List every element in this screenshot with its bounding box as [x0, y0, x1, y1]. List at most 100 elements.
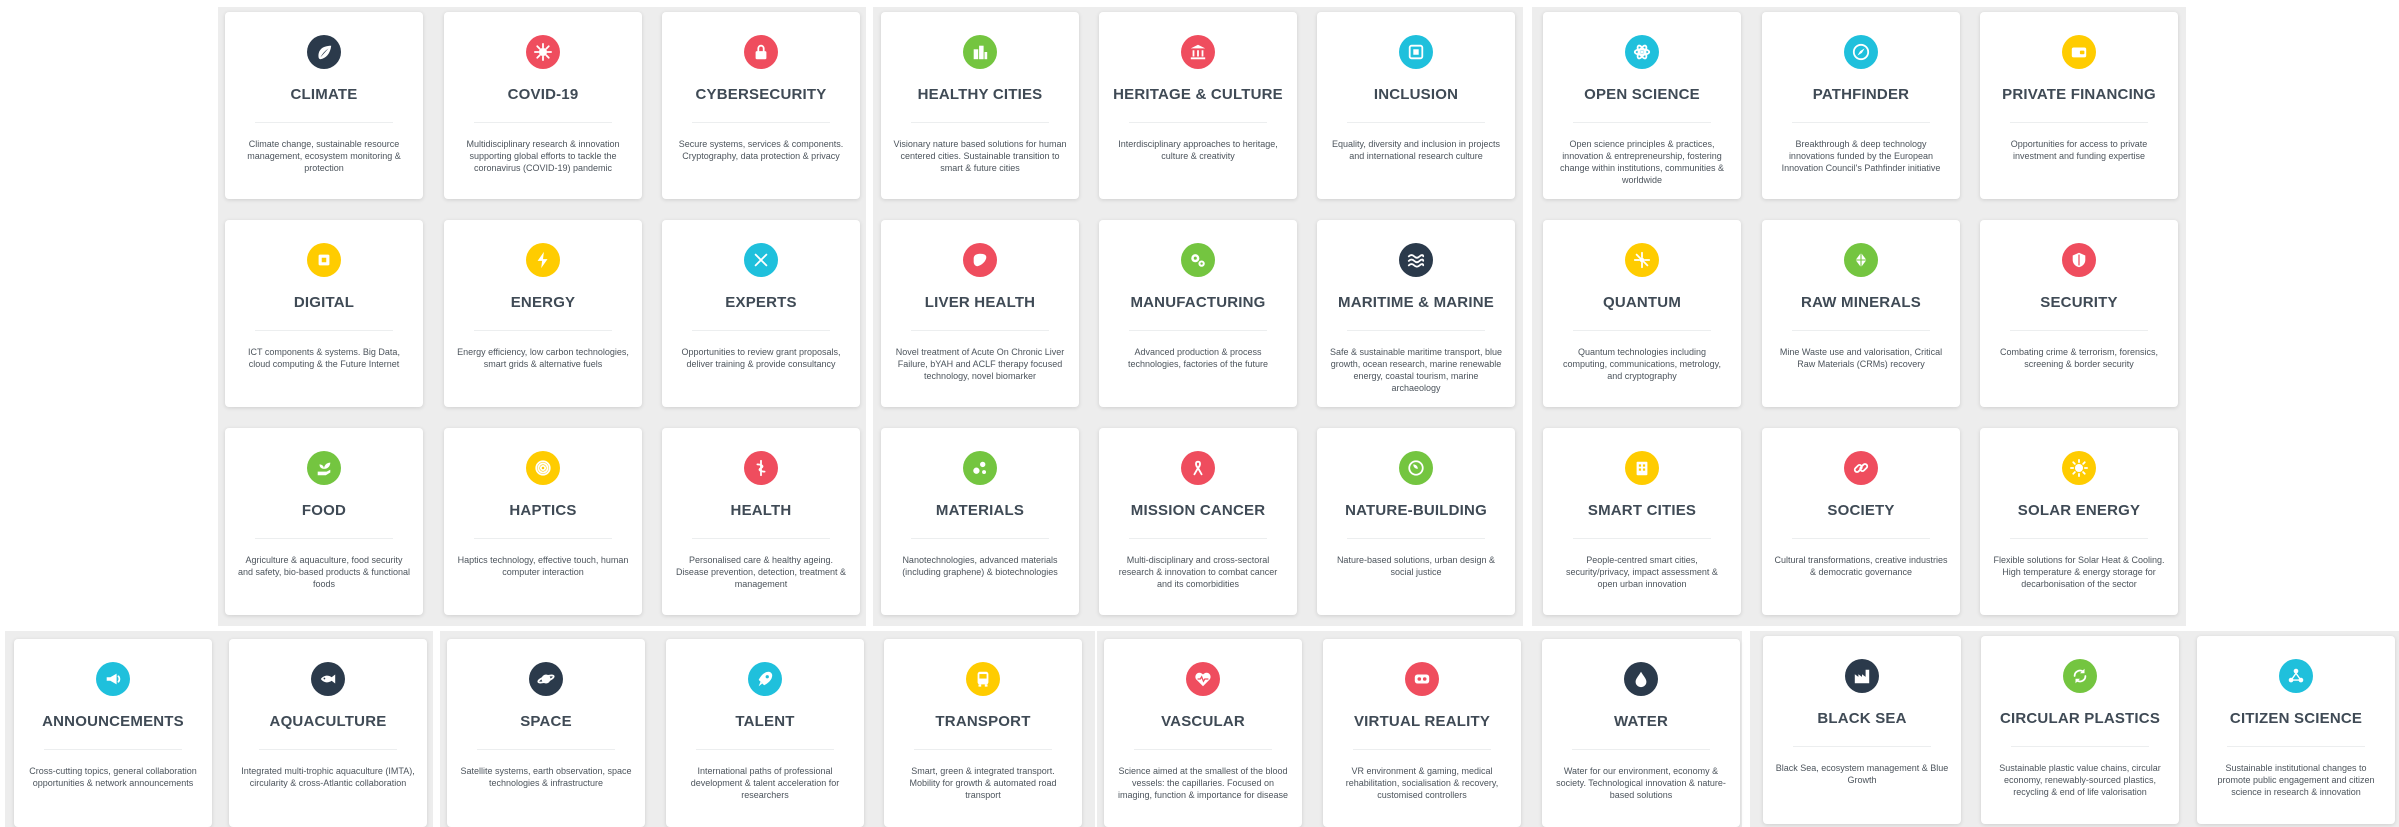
topic-card-quantum[interactable]: QUANTUM Quantum technologies including co…	[1543, 220, 1741, 407]
crystal-icon	[1844, 243, 1878, 277]
topic-card-pathfinder[interactable]: PATHFINDER Breakthrough & deep technology…	[1762, 12, 1960, 199]
rocket-icon	[748, 662, 782, 696]
ribbon-icon	[1181, 451, 1215, 485]
topic-card-haptics[interactable]: HAPTICS Haptics technology, effective tou…	[444, 428, 642, 615]
topic-card-raw-minerals[interactable]: RAW MINERALS Mine Waste use and valorisat…	[1762, 220, 1960, 407]
divider	[1134, 749, 1272, 750]
link-icon	[1844, 451, 1878, 485]
topic-description: Climate change, sustainable resource man…	[247, 139, 401, 173]
topic-description: Personalised care & healthy ageing. Dise…	[675, 555, 847, 589]
topic-card-circular-plastics[interactable]: CIRCULAR PLASTICS Sustainable plastic val…	[1981, 636, 2179, 824]
topic-card-manufacturing[interactable]: MANUFACTURING Advanced production & proce…	[1099, 220, 1297, 407]
topic-title: SOLAR ENERGY	[2017, 502, 2141, 519]
topic-card-heritage-and-culture[interactable]: HERITAGE & CULTURE Interdisciplinary appr…	[1099, 12, 1297, 199]
topic-card-aquaculture[interactable]: AQUACULTURE Integrated multi-trophic aqua…	[229, 639, 427, 827]
divider	[1573, 330, 1711, 331]
topic-description: Satellite systems, earth observation, sp…	[460, 766, 632, 788]
topic-card-energy[interactable]: ENERGY Energy efficiency, low carbon tech…	[444, 220, 642, 407]
topic-card-inclusion[interactable]: INCLUSION Equality, diversity and inclusi…	[1317, 12, 1515, 199]
topic-card-space[interactable]: SPACE Satellite systems, earth observatio…	[447, 639, 645, 827]
topic-title: SMART CITIES	[1587, 502, 1697, 519]
topic-title: MISSION CANCER	[1130, 502, 1266, 519]
topic-card-vascular[interactable]: VASCULAR Science aimed at the smallest of…	[1104, 639, 1302, 827]
topic-description: Novel treatment of Acute On Chronic Live…	[895, 347, 1065, 381]
topic-description: Sustainable plastic value chains, circul…	[1999, 763, 2161, 797]
topic-card-maritime-and-marine[interactable]: MARITIME & MARINE Safe & sustainable mari…	[1317, 220, 1515, 407]
topic-card-virtual-reality[interactable]: VIRTUAL REALITY VR environment & gaming, …	[1323, 639, 1521, 827]
topic-card-solar-energy[interactable]: SOLAR ENERGY Flexible solutions for Solar…	[1980, 428, 2178, 615]
topic-title: TALENT	[735, 713, 795, 730]
topic-card-mission-cancer[interactable]: MISSION CANCER Multi-disciplinary and cro…	[1099, 428, 1297, 615]
topic-card-covid-19[interactable]: COVID-19 Multidisciplinary research & inn…	[444, 12, 642, 199]
topic-title: FOOD	[301, 502, 347, 519]
divider	[2010, 330, 2148, 331]
topic-description: Multi-disciplinary and cross-sectoral re…	[1118, 555, 1278, 589]
topic-card-materials[interactable]: MATERIALS Nanotechnologies, advanced mate…	[881, 428, 1079, 615]
topic-card-digital[interactable]: DIGITAL ICT components & systems. Big Dat…	[225, 220, 423, 407]
topic-title: VASCULAR	[1161, 713, 1245, 730]
leaf-icon	[307, 35, 341, 69]
divider	[474, 122, 612, 123]
topic-card-transport[interactable]: TRANSPORT Smart, green & integrated trans…	[884, 639, 1082, 827]
topic-description: VR environment & gaming, medical rehabil…	[1345, 766, 1499, 800]
topic-title: HEALTHY CITIES	[917, 86, 1043, 103]
topic-description: Flexible solutions for Solar Heat & Cool…	[1993, 555, 2165, 589]
topic-description: Equality, diversity and inclusion in pro…	[1332, 139, 1500, 161]
topic-card-private-financing[interactable]: PRIVATE FINANCING Opportunities for acces…	[1980, 12, 2178, 199]
topic-card-healthy-cities[interactable]: HEALTHY CITIES Visionary nature based sol…	[881, 12, 1079, 199]
topic-description: Smart, green & integrated transport. Mob…	[909, 766, 1057, 800]
topic-description: Nanotechnologies, advanced materials (in…	[902, 555, 1058, 577]
topic-title: WATER	[1613, 713, 1669, 730]
topic-card-open-science[interactable]: OPEN SCIENCE Open science principles & pr…	[1543, 12, 1741, 199]
atom-icon	[1625, 35, 1659, 69]
divider	[2010, 538, 2148, 539]
topic-title: OPEN SCIENCE	[1584, 86, 1700, 103]
divider	[1572, 749, 1710, 750]
divider	[911, 538, 1049, 539]
topic-card-liver-health[interactable]: LIVER HEALTH Novel treatment of Acute On …	[881, 220, 1079, 407]
topic-card-food[interactable]: FOOD Agriculture & aquaculture, food secu…	[225, 428, 423, 615]
droplet-icon	[1624, 662, 1658, 696]
topic-description: Mine Waste use and valorisation, Critica…	[1779, 347, 1943, 369]
sun-icon	[2062, 451, 2096, 485]
topic-card-talent[interactable]: TALENT International paths of professiona…	[666, 639, 864, 827]
topic-card-smart-cities[interactable]: SMART CITIES People-centred smart cities,…	[1543, 428, 1741, 615]
topic-card-citizen-science[interactable]: CITIZEN SCIENCE Sustainable institutional…	[2197, 636, 2395, 824]
topic-description: Science aimed at the smallest of the blo…	[1117, 766, 1289, 800]
topic-description: Nature-based solutions, urban design & s…	[1336, 555, 1496, 577]
topic-description: Black Sea, ecosystem management & Blue G…	[1775, 763, 1949, 785]
topic-card-announcements[interactable]: ANNOUNCEMENTS Cross-cutting topics, gener…	[14, 639, 212, 827]
lock-icon	[744, 35, 778, 69]
topic-card-water[interactable]: WATER Water for our environment, economy …	[1542, 639, 1740, 827]
topic-card-health[interactable]: HEALTH Personalised care & healthy ageing…	[662, 428, 860, 615]
tools-icon	[744, 243, 778, 277]
topic-description: Advanced production & process technologi…	[1127, 347, 1269, 369]
topic-title: CYBERSECURITY	[695, 86, 827, 103]
topic-description: Haptics technology, effective touch, hum…	[457, 555, 629, 577]
divider	[1792, 330, 1930, 331]
topic-description: Open science principles & practices, inn…	[1559, 139, 1725, 185]
topic-title: ENERGY	[510, 294, 576, 311]
topic-title: PATHFINDER	[1812, 86, 1910, 103]
topic-card-experts[interactable]: EXPERTS Opportunities to review grant pro…	[662, 220, 860, 407]
topic-card-climate[interactable]: CLIMATE Climate change, sustainable resou…	[225, 12, 423, 199]
divider	[2011, 746, 2149, 747]
topic-title: RAW MINERALS	[1801, 294, 1921, 311]
topic-description: Opportunities for access to private inve…	[2010, 139, 2148, 161]
topic-card-cybersecurity[interactable]: CYBERSECURITY Secure systems, services & …	[662, 12, 860, 199]
divider	[1347, 538, 1485, 539]
divider	[474, 538, 612, 539]
divider	[2010, 122, 2148, 123]
divider	[2227, 746, 2365, 747]
virus-icon	[526, 35, 560, 69]
city-icon	[963, 35, 997, 69]
topic-card-security[interactable]: SECURITY Combating crime & terrorism, for…	[1980, 220, 2178, 407]
topic-card-nature-building[interactable]: NATURE-BUILDING Nature-based solutions, u…	[1317, 428, 1515, 615]
topic-card-black-sea[interactable]: BLACK SEA Black Sea, ecosystem management…	[1763, 636, 1961, 824]
topic-title: MARITIME & MARINE	[1338, 294, 1494, 311]
gears-icon	[1181, 243, 1215, 277]
divider	[1347, 122, 1485, 123]
topic-card-society[interactable]: SOCIETY Cultural transformations, creativ…	[1762, 428, 1960, 615]
museum-icon	[1181, 35, 1215, 69]
divider	[474, 330, 612, 331]
